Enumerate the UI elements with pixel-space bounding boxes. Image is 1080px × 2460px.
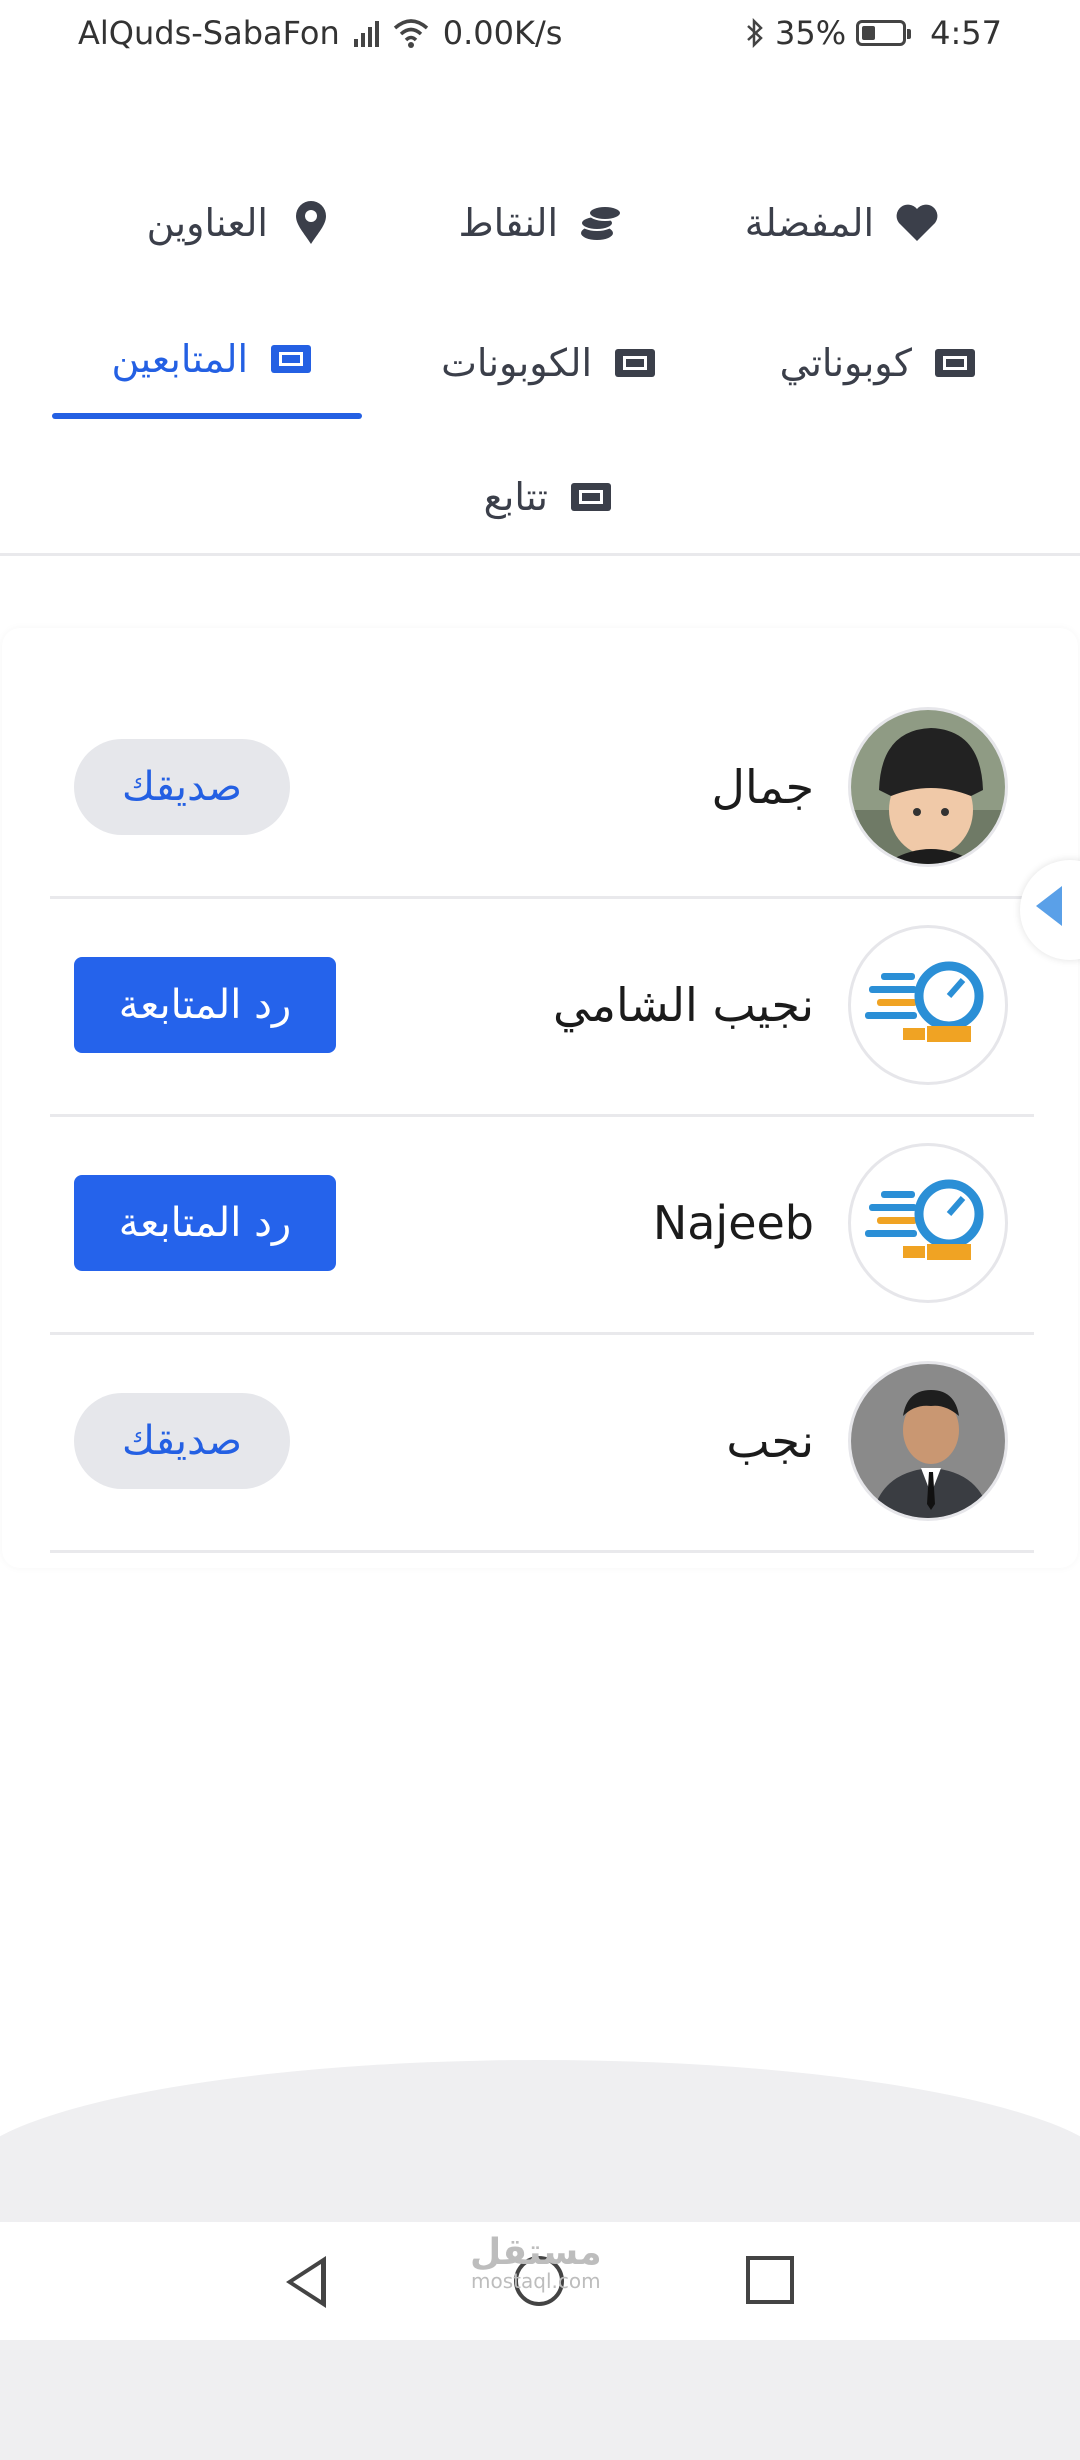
wifi-icon <box>393 19 428 48</box>
tab-coupons[interactable]: الكوبونات <box>441 340 658 386</box>
list-item[interactable]: نجيب الشامي رد المتابعة <box>50 896 1034 1117</box>
ticket-icon <box>612 340 658 386</box>
friend-button[interactable]: صديقك <box>74 1393 290 1489</box>
followers-list: جمال صديقك نجيب الشامي رد المتابعة Najee… <box>2 628 1078 1568</box>
avatar[interactable] <box>848 1143 1008 1303</box>
follower-name: نجيب الشامي <box>553 978 814 1032</box>
tab-followers[interactable]: المتابعين <box>112 336 314 382</box>
avatar[interactable] <box>848 925 1008 1085</box>
network-speed: 0.00K/s <box>442 14 563 52</box>
heart-icon <box>894 200 940 246</box>
avatar[interactable] <box>848 1361 1008 1521</box>
follower-name: نجب <box>726 1414 814 1468</box>
menu-addresses[interactable]: العناوين <box>147 200 334 246</box>
ticket-icon <box>268 336 314 382</box>
tab-coupons-label: الكوبونات <box>441 341 592 385</box>
battery-icon <box>856 20 912 46</box>
watermark-logo: مستقل mostaql.com <box>470 2232 602 2293</box>
battery-fill <box>862 26 876 40</box>
active-tab-indicator <box>52 413 362 419</box>
menu-points-label: النقاط <box>458 201 558 245</box>
status-bar: AlQuds-SabaFon 0.00K/s 35% 4:57 <box>0 0 1080 74</box>
watermark-latin: mostaql.com <box>471 2269 601 2293</box>
ticket-icon <box>932 340 978 386</box>
tab-my-coupons-label: كوبوناتي <box>779 341 912 385</box>
battery-percent: 35% <box>775 14 847 52</box>
menu-addresses-label: العناوين <box>146 201 268 245</box>
coins-icon <box>578 200 624 246</box>
chevron-left-icon <box>1036 886 1062 926</box>
list-item[interactable]: Najeeb رد المتابعة <box>50 1114 1034 1335</box>
tab-followers-label: المتابعين <box>111 337 248 381</box>
section-divider <box>0 553 1080 556</box>
menu-favorites[interactable]: المفضلة <box>745 200 940 246</box>
follow-back-button[interactable]: رد المتابعة <box>74 957 336 1053</box>
bluetooth-icon <box>747 18 763 48</box>
signal-icon <box>353 19 379 47</box>
follower-name: جمال <box>711 760 814 814</box>
follow-back-button[interactable]: رد المتابعة <box>74 1175 336 1271</box>
location-pin-icon <box>288 200 334 246</box>
watermark-arabic: مستقل <box>470 2232 602 2273</box>
list-item[interactable]: جمال صديقك <box>50 678 1034 899</box>
list-item[interactable]: نجب صديقك <box>50 1332 1034 1553</box>
menu-points[interactable]: النقاط <box>458 200 624 246</box>
tab-following-label: تتابع <box>483 475 548 519</box>
menu-favorites-label: المفضلة <box>744 201 874 245</box>
clock: 4:57 <box>930 14 1002 52</box>
tab-following[interactable]: تتابع <box>484 474 614 520</box>
back-icon[interactable] <box>286 2256 326 2308</box>
friend-button[interactable]: صديقك <box>74 739 290 835</box>
follower-name: Najeeb <box>652 1196 814 1250</box>
carrier-name: AlQuds-SabaFon <box>78 14 340 52</box>
avatar[interactable] <box>848 707 1008 867</box>
recent-apps-icon[interactable] <box>746 2256 794 2304</box>
tab-my-coupons[interactable]: كوبوناتي <box>780 340 978 386</box>
ticket-icon <box>568 474 614 520</box>
